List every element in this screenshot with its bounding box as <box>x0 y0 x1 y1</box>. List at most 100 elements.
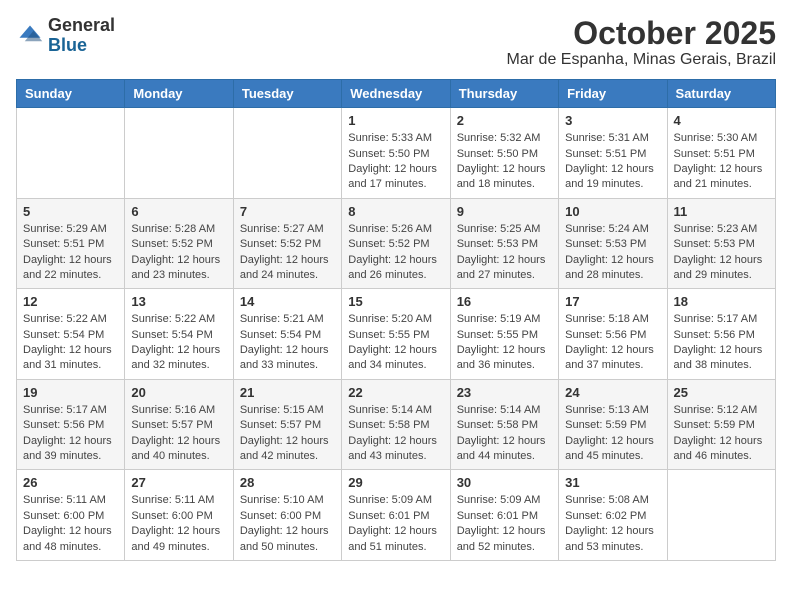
day-info: Sunrise: 5:17 AMSunset: 5:56 PMDaylight:… <box>23 403 118 465</box>
day-number: 3 <box>565 113 660 128</box>
weekday-header-thursday: Thursday <box>450 80 558 108</box>
day-info: Sunrise: 5:28 AMSunset: 5:52 PMDaylight:… <box>131 222 226 284</box>
calendar-cell: 22Sunrise: 5:14 AMSunset: 5:58 PMDayligh… <box>342 379 450 470</box>
calendar-cell: 30Sunrise: 5:09 AMSunset: 6:01 PMDayligh… <box>450 470 558 561</box>
day-number: 23 <box>457 385 552 400</box>
day-info: Sunrise: 5:29 AMSunset: 5:51 PMDaylight:… <box>23 222 118 284</box>
day-number: 8 <box>348 204 443 219</box>
weekday-header-friday: Friday <box>559 80 667 108</box>
logo-icon <box>16 22 44 50</box>
day-info: Sunrise: 5:09 AMSunset: 6:01 PMDaylight:… <box>348 493 443 555</box>
day-number: 27 <box>131 475 226 490</box>
weekday-header-tuesday: Tuesday <box>233 80 341 108</box>
day-info: Sunrise: 5:33 AMSunset: 5:50 PMDaylight:… <box>348 131 443 193</box>
day-info: Sunrise: 5:09 AMSunset: 6:01 PMDaylight:… <box>457 493 552 555</box>
day-number: 28 <box>240 475 335 490</box>
day-info: Sunrise: 5:19 AMSunset: 5:55 PMDaylight:… <box>457 312 552 374</box>
day-number: 10 <box>565 204 660 219</box>
weekday-header-monday: Monday <box>125 80 233 108</box>
calendar-cell: 2Sunrise: 5:32 AMSunset: 5:50 PMDaylight… <box>450 108 558 199</box>
day-info: Sunrise: 5:13 AMSunset: 5:59 PMDaylight:… <box>565 403 660 465</box>
calendar-cell <box>17 108 125 199</box>
weekday-header-sunday: Sunday <box>17 80 125 108</box>
day-info: Sunrise: 5:20 AMSunset: 5:55 PMDaylight:… <box>348 312 443 374</box>
day-number: 17 <box>565 294 660 309</box>
page-header: General Blue October 2025 Mar de Espanha… <box>16 16 776 69</box>
day-number: 19 <box>23 385 118 400</box>
logo: General Blue <box>16 16 115 56</box>
location-title: Mar de Espanha, Minas Gerais, Brazil <box>507 51 776 69</box>
calendar-cell: 18 Sunrise: 5:17 AMSunset: 5:56 PMDayligh… <box>667 289 775 380</box>
calendar-cell: 11Sunrise: 5:23 AMSunset: 5:53 PMDayligh… <box>667 198 775 289</box>
calendar-cell: 16 Sunrise: 5:19 AMSunset: 5:55 PMDayligh… <box>450 289 558 380</box>
day-number: 26 <box>23 475 118 490</box>
calendar-cell: 25Sunrise: 5:12 AMSunset: 5:59 PMDayligh… <box>667 379 775 470</box>
calendar-cell: 29 Sunrise: 5:09 AMSunset: 6:01 PMDayligh… <box>342 470 450 561</box>
calendar-cell: 27 Sunrise: 5:11 AMSunset: 6:00 PMDayligh… <box>125 470 233 561</box>
day-info: Sunrise: 5:15 AMSunset: 5:57 PMDaylight:… <box>240 403 335 465</box>
calendar-cell: 8 Sunrise: 5:26 AMSunset: 5:52 PMDaylight… <box>342 198 450 289</box>
day-info: Sunrise: 5:22 AMSunset: 5:54 PMDaylight:… <box>131 312 226 374</box>
day-info: Sunrise: 5:18 AMSunset: 5:56 PMDaylight:… <box>565 312 660 374</box>
calendar-cell: 14 Sunrise: 5:21 AMSunset: 5:54 PMDayligh… <box>233 289 341 380</box>
day-info: Sunrise: 5:24 AMSunset: 5:53 PMDaylight:… <box>565 222 660 284</box>
day-info: Sunrise: 5:22 AMSunset: 5:54 PMDaylight:… <box>23 312 118 374</box>
calendar-cell: 20Sunrise: 5:16 AMSunset: 5:57 PMDayligh… <box>125 379 233 470</box>
calendar-cell: 7 Sunrise: 5:27 AMSunset: 5:52 PMDaylight… <box>233 198 341 289</box>
day-number: 14 <box>240 294 335 309</box>
calendar-header-row: SundayMondayTuesdayWednesdayThursdayFrid… <box>17 80 776 108</box>
day-number: 31 <box>565 475 660 490</box>
calendar-cell: 12 Sunrise: 5:22 AMSunset: 5:54 PMDayligh… <box>17 289 125 380</box>
day-info: Sunrise: 5:30 AMSunset: 5:51 PMDaylight:… <box>674 131 769 193</box>
day-number: 13 <box>131 294 226 309</box>
day-number: 22 <box>348 385 443 400</box>
day-number: 11 <box>674 204 769 219</box>
calendar-cell: 13 Sunrise: 5:22 AMSunset: 5:54 PMDayligh… <box>125 289 233 380</box>
day-number: 29 <box>348 475 443 490</box>
day-info: Sunrise: 5:08 AMSunset: 6:02 PMDaylight:… <box>565 493 660 555</box>
calendar-cell: 10 Sunrise: 5:24 AMSunset: 5:53 PMDayligh… <box>559 198 667 289</box>
day-number: 24 <box>565 385 660 400</box>
day-number: 18 <box>674 294 769 309</box>
calendar-table: SundayMondayTuesdayWednesdayThursdayFrid… <box>16 79 776 561</box>
calendar-cell: 23Sunrise: 5:14 AMSunset: 5:58 PMDayligh… <box>450 379 558 470</box>
day-info: Sunrise: 5:12 AMSunset: 5:59 PMDaylight:… <box>674 403 769 465</box>
day-info: Sunrise: 5:26 AMSunset: 5:52 PMDaylight:… <box>348 222 443 284</box>
calendar-cell <box>233 108 341 199</box>
calendar-week-4: 19 Sunrise: 5:17 AMSunset: 5:56 PMDayligh… <box>17 379 776 470</box>
calendar-cell: 31 Sunrise: 5:08 AMSunset: 6:02 PMDayligh… <box>559 470 667 561</box>
calendar-cell: 26 Sunrise: 5:11 AMSunset: 6:00 PMDayligh… <box>17 470 125 561</box>
day-info: Sunrise: 5:11 AMSunset: 6:00 PMDaylight:… <box>23 493 118 555</box>
calendar-week-5: 26 Sunrise: 5:11 AMSunset: 6:00 PMDayligh… <box>17 470 776 561</box>
calendar-cell: 17 Sunrise: 5:18 AMSunset: 5:56 PMDayligh… <box>559 289 667 380</box>
day-info: Sunrise: 5:32 AMSunset: 5:50 PMDaylight:… <box>457 131 552 193</box>
day-info: Sunrise: 5:27 AMSunset: 5:52 PMDaylight:… <box>240 222 335 284</box>
weekday-header-saturday: Saturday <box>667 80 775 108</box>
day-number: 9 <box>457 204 552 219</box>
calendar-cell: 1Sunrise: 5:33 AMSunset: 5:50 PMDaylight… <box>342 108 450 199</box>
day-number: 6 <box>131 204 226 219</box>
day-info: Sunrise: 5:21 AMSunset: 5:54 PMDaylight:… <box>240 312 335 374</box>
title-section: October 2025 Mar de Espanha, Minas Gerai… <box>507 16 776 69</box>
calendar-cell: 5 Sunrise: 5:29 AMSunset: 5:51 PMDaylight… <box>17 198 125 289</box>
calendar-cell <box>667 470 775 561</box>
calendar-week-3: 12 Sunrise: 5:22 AMSunset: 5:54 PMDayligh… <box>17 289 776 380</box>
day-number: 4 <box>674 113 769 128</box>
calendar-cell <box>125 108 233 199</box>
day-number: 5 <box>23 204 118 219</box>
calendar-week-2: 5 Sunrise: 5:29 AMSunset: 5:51 PMDaylight… <box>17 198 776 289</box>
day-info: Sunrise: 5:31 AMSunset: 5:51 PMDaylight:… <box>565 131 660 193</box>
day-info: Sunrise: 5:10 AMSunset: 6:00 PMDaylight:… <box>240 493 335 555</box>
day-info: Sunrise: 5:11 AMSunset: 6:00 PMDaylight:… <box>131 493 226 555</box>
day-info: Sunrise: 5:16 AMSunset: 5:57 PMDaylight:… <box>131 403 226 465</box>
day-number: 12 <box>23 294 118 309</box>
day-info: Sunrise: 5:25 AMSunset: 5:53 PMDaylight:… <box>457 222 552 284</box>
day-number: 21 <box>240 385 335 400</box>
day-number: 7 <box>240 204 335 219</box>
day-number: 15 <box>348 294 443 309</box>
day-info: Sunrise: 5:17 AMSunset: 5:56 PMDaylight:… <box>674 312 769 374</box>
calendar-cell: 3 Sunrise: 5:31 AMSunset: 5:51 PMDaylight… <box>559 108 667 199</box>
day-number: 16 <box>457 294 552 309</box>
calendar-cell: 6 Sunrise: 5:28 AMSunset: 5:52 PMDaylight… <box>125 198 233 289</box>
calendar-cell: 15 Sunrise: 5:20 AMSunset: 5:55 PMDayligh… <box>342 289 450 380</box>
